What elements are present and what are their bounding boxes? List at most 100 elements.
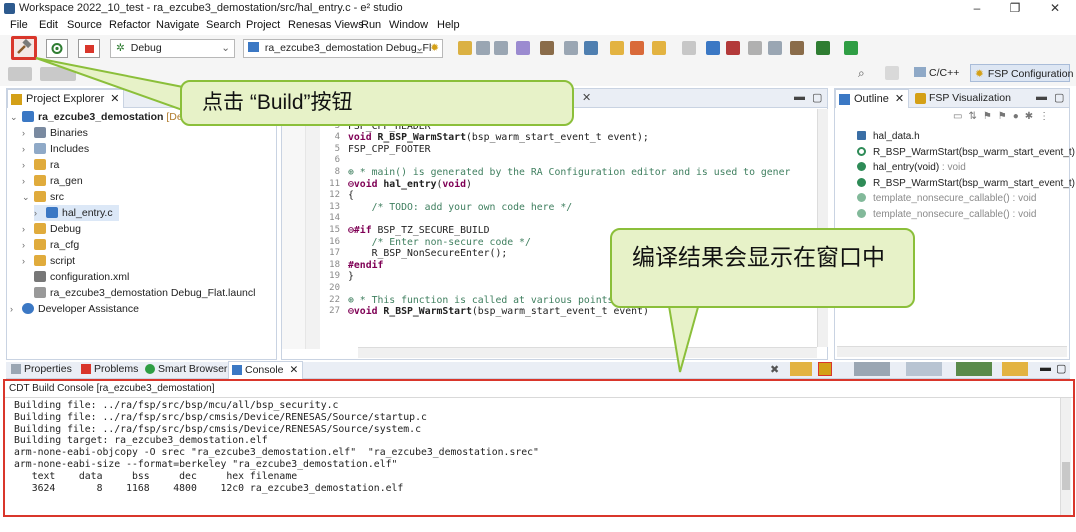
tab-properties[interactable]: Properties (8, 361, 76, 378)
menu-refactor[interactable]: Refactor (109, 19, 151, 31)
collapse-all-icon[interactable]: ▭ (159, 91, 169, 104)
bookmark-icon[interactable] (726, 41, 740, 55)
display-console-icons[interactable] (956, 362, 992, 376)
tree-item-ra-cfg[interactable]: › ra_cfg (22, 237, 79, 253)
build-button[interactable] (11, 36, 37, 60)
code-line[interactable]: ⊖#if BSP_TZ_SECURE_BUILD (348, 225, 490, 236)
menu-search[interactable]: Search (206, 19, 241, 31)
menu-navigate[interactable]: Navigate (156, 19, 199, 31)
menu-window[interactable]: Window (389, 19, 428, 31)
outline-item[interactable]: hal_entry(void) : void (857, 160, 966, 175)
tree-item-binaries[interactable]: › Binaries (22, 125, 88, 141)
scroll-lock-icon[interactable] (790, 362, 812, 376)
code-line[interactable]: /* Enter non-secure code */ (348, 237, 531, 248)
code-line[interactable]: } (348, 271, 354, 282)
twisty-icon[interactable]: › (22, 253, 32, 269)
maximize-icon[interactable]: ▢ (1056, 362, 1066, 375)
menu-file[interactable]: File (10, 19, 28, 31)
maximize-icon[interactable]: ▢ (1054, 91, 1064, 104)
monitor-icon[interactable] (706, 41, 720, 55)
outline-item[interactable]: R_BSP_WarmStart(bsp_warm_start_event_t) (857, 145, 1075, 160)
code-line[interactable]: /* TODO: add your own code here */ (348, 202, 573, 213)
outline-item[interactable]: template_nonsecure_callable() : void (857, 207, 1036, 222)
clear-console-icon[interactable]: ✖ (770, 363, 779, 376)
tree-item-ra[interactable]: › ra (22, 157, 59, 173)
code-line[interactable]: R_BSP_NonSecureEnter(); (348, 248, 508, 259)
pencil-icon[interactable] (610, 41, 624, 55)
tree-item-script[interactable]: › script (22, 253, 75, 269)
launch-mode-select[interactable]: ✲ Debug ⌄ (110, 39, 235, 58)
new-icon[interactable] (458, 41, 472, 55)
tab-outline[interactable]: Outline ✕ (835, 89, 910, 108)
tree-item-debug[interactable]: › Debug (22, 221, 81, 237)
tree-item-hal-entry-c[interactable]: › hal_entry.c (34, 205, 119, 221)
tree-item-configuration-xml[interactable]: configuration.xml (22, 269, 129, 285)
menu-source[interactable]: Source (67, 19, 102, 31)
search-icon[interactable]: ⌕ (858, 66, 872, 80)
menu-help[interactable]: Help (437, 19, 460, 31)
tree-item-includes[interactable]: › Includes (22, 141, 89, 157)
tree-root[interactable]: ⌄ra_ezcube3_demostation [Debug] (10, 109, 203, 125)
outline-filter-icons[interactable]: ▭⇅⚑⚑●✱⋮ (953, 111, 1065, 125)
menu-project[interactable]: Project (246, 19, 280, 31)
minimize-icon[interactable]: ▬ (1036, 91, 1047, 103)
menu-renesas-views[interactable]: Renesas Views (288, 19, 364, 31)
code-line[interactable]: ⊖void hal_entry(void) (348, 179, 472, 190)
code-line[interactable]: void R_BSP_WarmStart(bsp_warm_start_even… (348, 132, 649, 143)
tab-fsp-visualization[interactable]: FSP Visualization (911, 89, 1015, 107)
tab-problems[interactable]: Problems (78, 361, 142, 378)
tab-project-explorer[interactable]: Project Explorer ✕ (7, 89, 125, 108)
console-view-icons[interactable] (854, 362, 890, 376)
close-editor-icon[interactable]: ✕ (582, 91, 591, 104)
minimize-icon[interactable]: ▬ (794, 91, 805, 103)
twisty-icon[interactable]: › (10, 301, 20, 317)
outline-item[interactable]: hal_data.h (857, 129, 920, 144)
tab-smart-browser[interactable]: Smart Browser (142, 361, 231, 378)
terminal-icon[interactable] (584, 41, 598, 55)
twisty-icon[interactable]: ⌄ (22, 189, 32, 205)
console-vertical-scrollbar[interactable] (1060, 398, 1071, 515)
code-line[interactable]: FSP_CPP_FOOTER (348, 144, 431, 155)
tools-icon[interactable] (790, 41, 804, 55)
minimize-button[interactable]: – (962, 0, 992, 17)
launch-config-select[interactable]: ra_ezcube3_demostation Debug_Fl ⌄ ✹ (243, 39, 443, 58)
maximize-icon[interactable]: ▢ (812, 91, 822, 104)
menu-edit[interactable]: Edit (39, 19, 58, 31)
scrollbar-thumb[interactable] (1062, 462, 1070, 490)
code-line[interactable]: #endif (348, 260, 383, 271)
code-line[interactable]: ⊕ * main() is generated by the RA Config… (348, 167, 790, 178)
close-tab-icon[interactable]: ✕ (290, 364, 299, 376)
save-icon[interactable] (476, 41, 490, 55)
twisty-icon[interactable]: › (22, 221, 32, 237)
code-line[interactable]: { (348, 190, 354, 201)
bug-icon[interactable] (816, 41, 830, 55)
twisty-icon[interactable]: › (22, 157, 32, 173)
settings-icon[interactable] (768, 41, 782, 55)
maximize-button[interactable]: ❐ (1000, 0, 1030, 17)
outline-item[interactable]: R_BSP_WarmStart(bsp_warm_start_event_t) … (857, 176, 1076, 191)
debug-icon[interactable] (516, 41, 530, 55)
build-dropdown-icon[interactable] (540, 41, 554, 55)
copy-icon[interactable] (564, 41, 578, 55)
close-tab-icon[interactable]: ✕ (110, 93, 119, 105)
twisty-icon[interactable]: › (22, 141, 32, 157)
twisty-icon[interactable]: › (22, 125, 32, 141)
perspective-cpp[interactable]: C/C++ (910, 64, 963, 82)
code-line[interactable]: ⊖void R_BSP_WarmStart(bsp_warm_start_eve… (348, 306, 649, 317)
run-config-icon[interactable] (630, 41, 644, 55)
tree-item-developer-assistance[interactable]: › Developer Assistance (10, 301, 139, 317)
minimize-icon[interactable]: ▬ (1040, 362, 1051, 374)
clean-icon[interactable] (682, 41, 696, 55)
tree-item-src[interactable]: ⌄ src (22, 189, 64, 205)
new-console-icon[interactable] (1002, 362, 1028, 376)
navigation-icon[interactable] (8, 67, 32, 81)
twisty-icon[interactable]: › (22, 173, 32, 189)
tab-console[interactable]: Console ✕ (228, 361, 304, 379)
build-console-icon[interactable] (818, 362, 832, 376)
open-perspective-icon[interactable] (885, 66, 899, 80)
menu-run[interactable]: Run (361, 19, 381, 31)
outline-item[interactable]: template_nonsecure_callable() : void (857, 191, 1036, 206)
run-icon[interactable] (844, 41, 858, 55)
tree-item-ra-gen[interactable]: › ra_gen (22, 173, 83, 189)
outline-horizontal-scrollbar[interactable] (837, 346, 1067, 357)
